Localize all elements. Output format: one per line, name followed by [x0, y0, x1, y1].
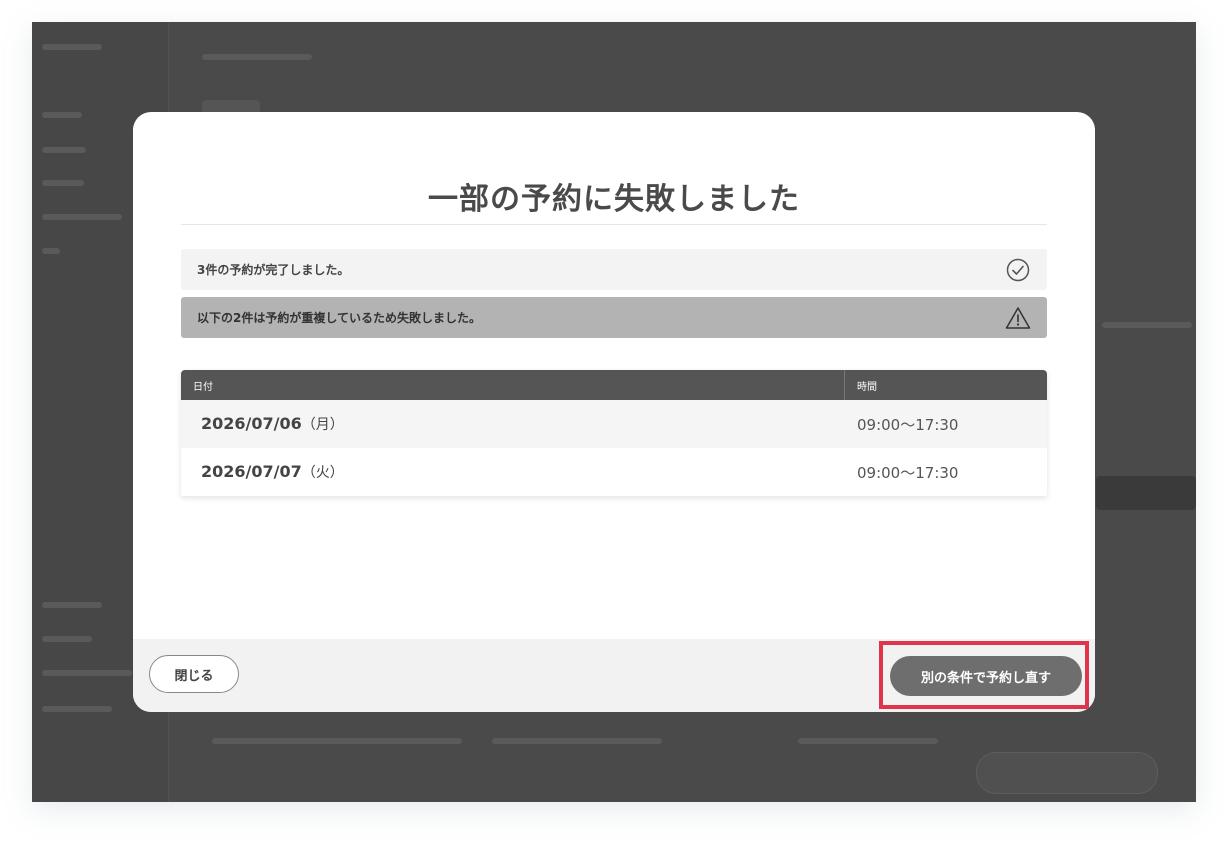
- background-decor: [42, 44, 102, 50]
- row-date-cell: 2026/07/06（月）: [181, 414, 845, 434]
- row-date: 2026/07/06: [201, 414, 302, 433]
- table-row: 2026/07/07（火） 09:00〜17:30: [181, 448, 1047, 496]
- title-divider: [181, 224, 1047, 225]
- modal-footer: 閉じる 別の条件で予約し直す: [133, 639, 1095, 712]
- failed-reservations-table: 日付 時間 2026/07/06（月） 09:00〜17:30 2026/07/…: [181, 370, 1047, 496]
- background-decor: [212, 738, 462, 744]
- background-decor: [42, 602, 102, 608]
- success-notice: 3件の予約が完了しました。: [181, 249, 1047, 290]
- warning-triangle-icon: [1005, 305, 1031, 331]
- fail-notice: 以下の2件は予約が重複しているため失敗しました。: [181, 297, 1047, 338]
- rebook-with-other-conditions-button[interactable]: 別の条件で予約し直す: [890, 656, 1082, 696]
- row-weekday: （月）: [301, 417, 344, 433]
- background-decor: [42, 214, 122, 220]
- background-decor: [42, 670, 132, 676]
- modal-title: 一部の予約に失敗しました: [428, 182, 800, 217]
- column-header-date: 日付: [181, 370, 845, 400]
- fail-notice-text: 以下の2件は予約が重複しているため失敗しました。: [197, 311, 481, 325]
- background-decor: [42, 706, 112, 712]
- row-time: 09:00〜17:30: [857, 415, 959, 434]
- column-header-time: 時間: [857, 381, 877, 393]
- check-circle-icon: [1005, 257, 1031, 283]
- row-date-cell: 2026/07/07（火）: [181, 462, 845, 482]
- background-decor: [42, 248, 60, 254]
- background-decor: [42, 147, 86, 153]
- table-row: 2026/07/06（月） 09:00〜17:30: [181, 400, 1047, 448]
- reservation-result-modal: 一部の予約に失敗しました 3件の予約が完了しました。 以下の2件は予約が重複して…: [133, 112, 1095, 712]
- close-button[interactable]: 閉じる: [149, 655, 239, 693]
- background-decor: [798, 738, 938, 744]
- background-decor: [492, 738, 662, 744]
- background-decor: [202, 54, 312, 60]
- row-time: 09:00〜17:30: [857, 463, 959, 482]
- background-decor: [976, 752, 1158, 794]
- background-decor: [1102, 322, 1192, 328]
- background-decor: [42, 180, 84, 186]
- row-weekday: （火）: [301, 465, 344, 481]
- row-date: 2026/07/07: [201, 462, 302, 481]
- app-window: 一部の予約に失敗しました 3件の予約が完了しました。 以下の2件は予約が重複して…: [32, 22, 1196, 802]
- background-decor: [42, 112, 82, 118]
- table-header: 日付 時間: [181, 370, 1047, 400]
- success-notice-text: 3件の予約が完了しました。: [197, 263, 350, 277]
- background-decor: [1096, 476, 1196, 510]
- background-decor: [42, 636, 92, 642]
